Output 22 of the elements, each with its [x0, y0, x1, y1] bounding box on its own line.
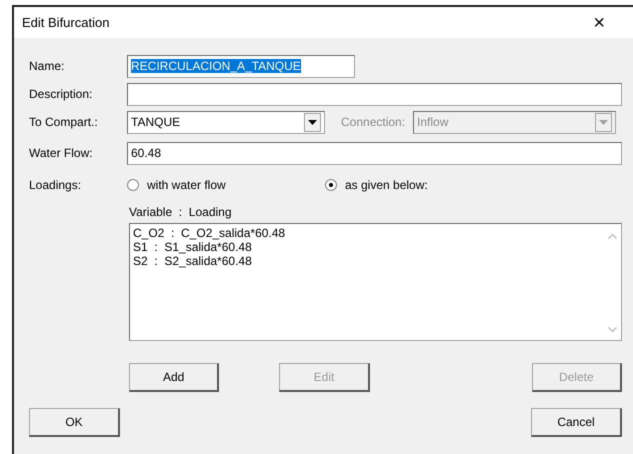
description-field[interactable] [127, 82, 622, 106]
name-field[interactable]: RECIRCULACION_A_TANQUE [127, 54, 355, 78]
loadings-list[interactable]: C_O2 : C_O2_salida*60.48 S1 : S1_salida*60.48 S2 : S2_salida*60.48 [129, 223, 622, 342]
compartment-dropdown[interactable]: TANQUE [127, 110, 325, 134]
action-button[interactable]: Add [129, 363, 220, 392]
field-label: Name: [29, 58, 64, 73]
field-label: To Compart.: [29, 114, 98, 129]
window-title: Edit Bifurcation [22, 14, 110, 30]
field-label: Description: [29, 86, 92, 101]
radio-option[interactable]: with water flow [127, 178, 325, 192]
field-label: Water Flow: [29, 146, 93, 160]
radio-option[interactable]: as given below: [325, 178, 428, 192]
dialog-button[interactable]: OK [29, 408, 120, 438]
list-item[interactable]: S1 : S1_salida*60.48 [133, 240, 601, 254]
water-flow-field[interactable]: 60.48 [127, 142, 622, 164]
list-item[interactable]: C_O2 : C_O2_salida*60.48 [133, 226, 601, 240]
field-label: Loadings: [29, 178, 82, 192]
close-button[interactable]: × [593, 12, 605, 32]
list-item[interactable]: S2 : S2_salida*60.48 [133, 254, 601, 268]
list-header: Variable : Loading [129, 205, 233, 220]
field-label: Connection: [341, 114, 406, 130]
dialog-button[interactable]: Cancel [531, 408, 622, 438]
